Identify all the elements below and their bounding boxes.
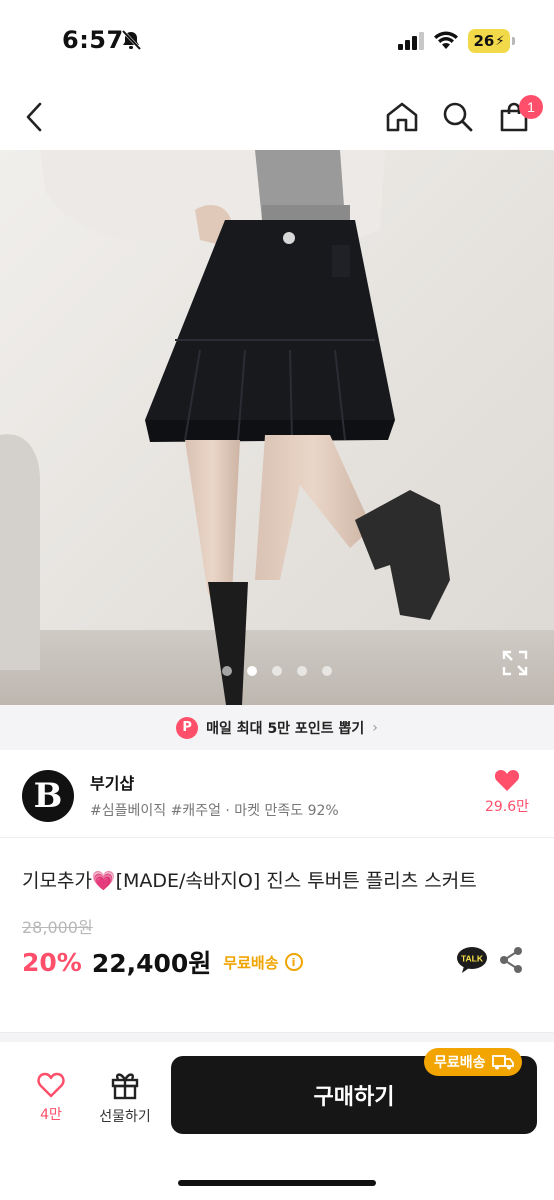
carousel-dot[interactable] [222,666,232,676]
point-banner-text: 매일 최대 5만 포인트 뽑기 [206,720,365,737]
home-indicator[interactable] [178,1180,376,1186]
kakao-talk-icon: TALK [457,947,487,973]
chevron-right-icon: › [372,719,378,736]
free-shipping-pill: 무료배송 [424,1048,522,1076]
top-nav [0,85,554,149]
info-icon[interactable]: i [284,953,303,971]
cellular-signal-icon [398,32,424,50]
home-icon [386,102,418,132]
shop-logo[interactable]: B [22,770,74,822]
shop-like-button[interactable]: 29.6만 [474,768,540,816]
price-row: 20% 22,400원 무료배송 i [22,944,303,980]
product-title: 기모추가💗[MADE/속바지O] 진스 투버튼 플리츠 스커트 [22,866,477,893]
wifi-icon [434,31,458,49]
talk-label: TALK [461,954,484,964]
original-price: 28,000원 [22,918,93,937]
product-image[interactable] [0,150,554,705]
gift-label: 선물하기 [99,1109,151,1125]
shop-like-count: 29.6만 [484,799,530,815]
battery-tip [512,37,515,45]
share-icon[interactable] [498,946,524,974]
kakao-talk-button[interactable]: TALK [456,946,488,974]
product-title-suffix: [MADE/속바지O] 진스 투버튼 플리츠 스커트 [115,870,477,892]
bottom-bar: 4만 선물하기 구매하기 무료배송 [0,1042,554,1200]
heart-filled-icon [494,770,520,791]
discount-rate: 20% [22,947,82,977]
status-bar: 6:57 26 ⚡ [0,0,554,80]
pink-heart-icon: 💗 [91,870,116,892]
search-icon [443,102,473,132]
sale-price: 22,400원 [91,949,212,978]
carousel-dot[interactable] [297,666,307,676]
product-photo [0,150,554,705]
back-button[interactable] [14,85,54,149]
battery-icon: 26 ⚡ [468,29,510,53]
truck-icon [491,1055,514,1070]
search-button[interactable] [438,85,478,149]
heart-outline-icon [37,1072,65,1098]
expand-icon[interactable] [502,650,528,676]
home-button[interactable] [382,85,422,149]
gift-button[interactable]: 선물하기 [92,1070,158,1126]
battery-level: 26 [473,32,495,50]
bell-off-icon [121,29,142,51]
chevron-left-icon [26,102,42,132]
carousel-dot-active[interactable] [247,666,257,676]
carousel-dot[interactable] [272,666,282,676]
free-shipping-label: 무료배송 [223,953,279,972]
point-banner[interactable]: P 매일 최대 5만 포인트 뽑기 › [0,705,554,750]
product-title-prefix: 기모추가 [22,870,92,892]
status-time: 6:57 [62,26,124,54]
shop-name[interactable]: 부기샵 [90,770,134,794]
carousel-dots [0,666,554,676]
like-count: 4만 [40,1107,62,1123]
like-button[interactable]: 4만 [26,1072,76,1124]
free-shipping-pill-label: 무료배송 [434,1055,486,1071]
shop-tags: #심플베이직 #캐주얼 · 마켓 만족도 92% [90,803,339,819]
cart-badge: 1 [519,95,543,119]
section-divider [0,1032,554,1042]
carousel-dot[interactable] [322,666,332,676]
shop-row: B 부기샵 #심플베이직 #캐주얼 · 마켓 만족도 92% 29.6만 [0,750,554,838]
point-badge-icon: P [176,716,199,739]
gift-icon [111,1073,139,1100]
